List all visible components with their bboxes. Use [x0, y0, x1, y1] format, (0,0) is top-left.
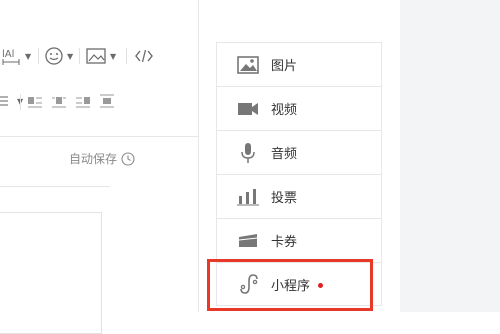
editor-area: lAl ▼ ▼ ▼ 自动保存 — [0, 0, 198, 334]
content-divider — [0, 186, 110, 187]
insert-item-video[interactable]: 视频 — [216, 86, 382, 130]
insert-item-coupon[interactable]: 卡券 — [216, 218, 382, 262]
align-center-icon — [52, 97, 66, 108]
autosave-status: 自动保存 — [69, 150, 135, 167]
editor-toolbar-row-1: lAl ▼ ▼ ▼ — [0, 44, 198, 68]
insert-item-label: 图片 — [271, 59, 298, 74]
letter-spacing-icon: lAl — [2, 49, 20, 65]
video-icon — [237, 98, 259, 120]
align-right-icon — [76, 97, 90, 108]
insert-item-label: 投票 — [271, 191, 298, 206]
editor-toolbar-row-2: ▼ — [0, 92, 198, 112]
picture-icon — [237, 54, 259, 76]
align-justify-button[interactable] — [100, 94, 114, 108]
insert-item-picture[interactable]: 图片 — [216, 42, 382, 86]
insert-item-label: 视频 — [271, 103, 298, 118]
panel-divider — [198, 0, 199, 312]
toolbar-divider — [38, 48, 39, 64]
code-icon — [135, 49, 153, 63]
toolbar-divider-line — [0, 136, 198, 137]
highlight-box — [207, 259, 373, 311]
list-icon — [0, 96, 8, 106]
code-button[interactable] — [134, 46, 154, 66]
image-icon — [86, 48, 106, 64]
align-right-button[interactable] — [76, 94, 90, 108]
svg-text:lAl: lAl — [2, 49, 14, 60]
clock-icon — [121, 151, 135, 166]
insert-item-audio[interactable]: 音频 — [216, 130, 382, 174]
align-center-button[interactable] — [52, 94, 66, 108]
toolbar-divider — [20, 94, 21, 110]
insert-item-label: 卡券 — [271, 235, 298, 250]
align-left-icon — [28, 97, 42, 108]
emoji-button[interactable]: ▼ — [44, 46, 73, 66]
toolbar-divider — [126, 48, 127, 64]
card-icon — [237, 230, 259, 252]
chevron-down-icon: ▼ — [110, 51, 117, 61]
emoji-icon — [45, 47, 63, 65]
letter-spacing-button[interactable]: lAl ▼ — [0, 46, 31, 66]
toolbar-divider — [79, 48, 80, 64]
autosave-label: 自动保存 — [69, 152, 118, 166]
insert-item-vote[interactable]: 投票 — [216, 174, 382, 218]
content-canvas[interactable] — [0, 212, 102, 334]
page-background — [400, 0, 500, 312]
insert-item-label: 音频 — [271, 147, 298, 162]
chevron-down-icon: ▼ — [25, 51, 32, 61]
align-justify-icon — [100, 94, 114, 108]
align-left-button[interactable] — [28, 94, 42, 108]
microphone-icon — [237, 142, 259, 164]
chevron-down-icon: ▼ — [67, 51, 74, 61]
vote-bars-icon — [237, 186, 259, 208]
insert-image-button[interactable]: ▼ — [85, 46, 116, 66]
